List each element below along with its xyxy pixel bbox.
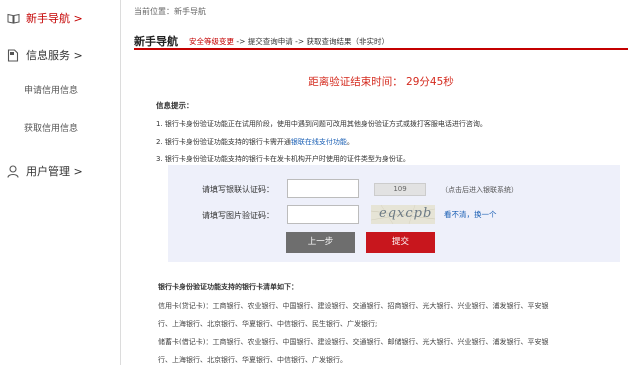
sidebar-subitem-get-credit[interactable]: 获取信用信息 <box>24 121 78 134</box>
sidebar-item-label: 新手导航 > <box>26 12 83 25</box>
document-icon <box>6 48 20 62</box>
page-title: 新手导航 <box>134 35 178 48</box>
sidebar-item-info-service[interactable]: 信息服务 > <box>0 47 120 63</box>
credit-card-banks-line-1: 信用卡(贷记卡)：工商银行、农业银行、中国银行、建设银行、交通银行、招商银行、光… <box>158 302 549 310</box>
sidebar-item-label: 信息服务 > <box>26 49 83 62</box>
captcha-refresh-link[interactable]: 看不清，换一个 <box>444 209 497 220</box>
unionpay-system-hint: （点击后进入银联系统） <box>441 186 518 194</box>
unionpay-system-button[interactable]: 109 <box>374 183 426 196</box>
tips-title: 信息提示： <box>156 101 194 110</box>
tip-line-2-suffix: 。 <box>346 138 354 146</box>
sidebar-item-label: 用户管理 > <box>26 165 83 178</box>
countdown-timer: 距离验证结束时间： 29分45秒 <box>308 76 454 88</box>
submit-button[interactable]: 提交 <box>366 232 435 253</box>
tip-line-1: 1. 银行卡身份验证功能正在试用阶段，使用中遇到问题可改用其他身份验证方式或拨打… <box>156 120 487 128</box>
sidebar-item-guide[interactable]: 新手导航 > <box>0 10 120 26</box>
debit-card-banks-line-1: 储蓄卡(借记卡)：工商银行、农业银行、中国银行、建设银行、交通银行、邮储银行、光… <box>158 338 549 346</box>
sidebar: 新手导航 > 信息服务 > 申请信用信息 获取信用信息 用户管理 > <box>0 0 121 365</box>
tip-line-3: 3. 银行卡身份验证功能支持的银行卡在发卡机构开户时使用的证件类型为身份证。 <box>156 155 410 163</box>
main-content: 当前位置：新手导航 新手导航 安全等级变更 -> 提交查询申请 -> 获取查询结… <box>134 0 634 365</box>
breadcrumb: 当前位置：新手导航 <box>134 7 206 16</box>
captcha-input[interactable] <box>287 205 359 224</box>
credit-card-banks-line-2: 行、上海银行、北京银行、华夏银行、中信银行、民生银行、广发银行; <box>158 320 378 328</box>
tip-line-2: 2. 银行卡身份验证功能支持的银行卡需开通银联在线支付功能。 <box>156 137 354 147</box>
captcha-image[interactable]: eqxcpb <box>371 205 435 224</box>
current-step: 安全等级变更 <box>189 37 234 46</box>
tip-line-2-prefix: 2. 银行卡身份验证功能支持的银行卡需开通 <box>156 138 291 146</box>
previous-step-button[interactable]: 上一步 <box>286 232 355 253</box>
sidebar-item-user-management[interactable]: 用户管理 > <box>0 163 120 179</box>
remaining-steps: -> 提交查询申请 -> 获取查询结果（非实时） <box>234 37 390 46</box>
verification-form: 请填写银联认证码： 109 （点击后进入银联系统） 请填写图片验证码： eqxc… <box>168 165 620 262</box>
sidebar-subitem-apply-credit[interactable]: 申请信用信息 <box>24 83 78 96</box>
unionpay-code-input[interactable] <box>287 179 359 198</box>
book-icon <box>6 11 20 25</box>
supported-banks-title: 银行卡身份验证功能支持的银行卡清单如下： <box>158 283 298 291</box>
unionpay-code-label: 请填写银联认证码： <box>202 185 274 194</box>
captcha-label: 请填写图片验证码： <box>202 211 274 220</box>
user-icon <box>6 164 20 178</box>
debit-card-banks-line-2: 行、上海银行、北京银行、华夏银行、中信银行、广发银行。 <box>158 356 347 364</box>
unionpay-online-link[interactable]: 银联在线支付功能 <box>291 138 347 146</box>
captcha-text: eqxcpb <box>379 206 433 221</box>
step-indicator: 安全等级变更 -> 提交查询申请 -> 获取查询结果（非实时） <box>189 36 389 47</box>
title-bar: 新手导航 安全等级变更 -> 提交查询申请 -> 获取查询结果（非实时） <box>134 33 628 50</box>
